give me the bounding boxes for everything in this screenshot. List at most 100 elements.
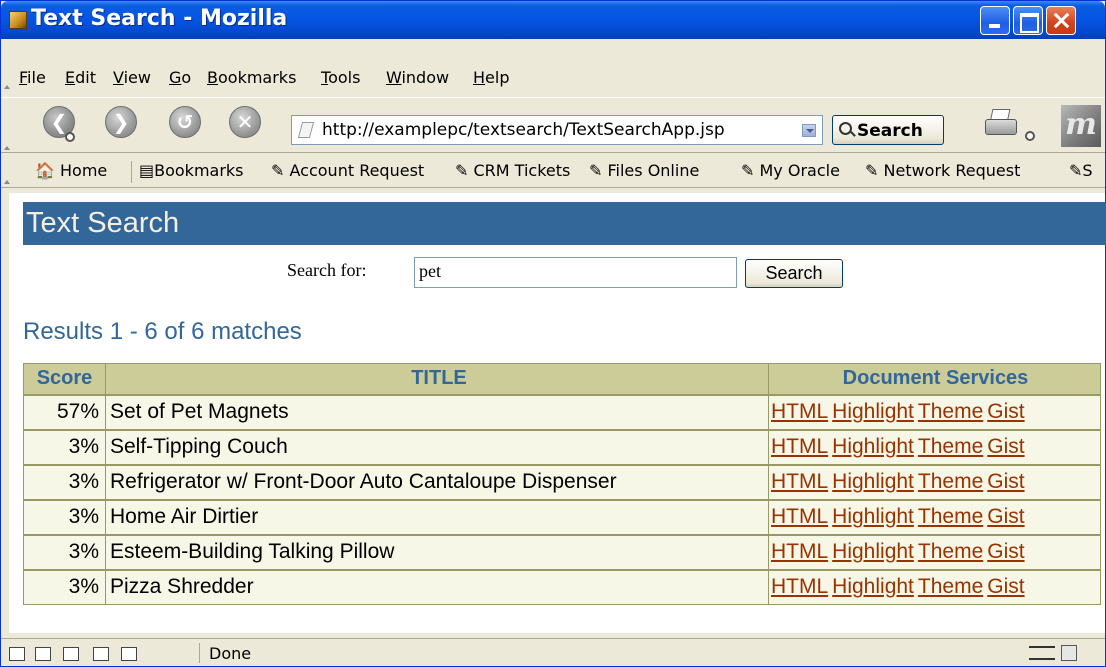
print-dropdown-icon[interactable] — [1025, 131, 1035, 141]
service-link-html[interactable]: HTML — [771, 505, 828, 528]
service-link-theme[interactable]: Theme — [918, 435, 983, 458]
back-history-dropdown-icon[interactable] — [65, 132, 75, 142]
menu-bar: File Edit View Go Bookmarks Tools Window… — [1, 65, 1105, 91]
maximize-button[interactable] — [1013, 6, 1043, 35]
home-button[interactable]: 🏠 Home — [35, 161, 107, 180]
bookmarks-folder-icon: ▤ — [139, 161, 155, 180]
score-cell: 57% — [23, 393, 106, 430]
menu-help[interactable]: Help — [473, 68, 509, 87]
page-content: Text Search Search for: pet Search Resul… — [9, 193, 1106, 633]
search-label: Search for: — [287, 260, 367, 280]
window-title: Text Search - Mozilla — [31, 6, 288, 31]
menu-view[interactable]: View — [113, 68, 151, 87]
bookmark-page-icon: ✎ — [1069, 161, 1083, 180]
menu-bookmarks[interactable]: Bookmarks — [207, 68, 296, 87]
services-cell: HTML Highlight Theme Gist — [768, 463, 1101, 500]
menu-file[interactable]: File — [19, 68, 46, 87]
bookmark-overflow[interactable]: ✎S — [1069, 161, 1093, 180]
address-book-icon[interactable] — [121, 647, 137, 661]
service-link-gist[interactable]: Gist — [987, 435, 1024, 458]
menu-window[interactable]: Window — [386, 68, 449, 87]
status-text: Done — [209, 644, 252, 663]
service-link-highlight[interactable]: Highlight — [832, 400, 914, 423]
title-cell: Refrigerator w/ Front-Door Auto Cantalou… — [105, 463, 769, 500]
print-icon[interactable] — [981, 107, 1021, 139]
service-link-highlight[interactable]: Highlight — [832, 435, 914, 458]
service-link-highlight[interactable]: Highlight — [832, 540, 914, 563]
title-cell: Self-Tipping Couch — [105, 428, 769, 465]
service-link-theme[interactable]: Theme — [918, 470, 983, 493]
mail-icon[interactable] — [35, 647, 51, 661]
toolbar-grip-icon[interactable] — [3, 65, 10, 91]
bookmark-files-online[interactable]: ✎ Files Online — [589, 161, 699, 180]
search-input[interactable]: pet — [414, 257, 737, 288]
close-button[interactable] — [1046, 6, 1076, 35]
mozilla-throbber-icon[interactable]: m — [1061, 105, 1101, 147]
service-link-highlight[interactable]: Highlight — [832, 505, 914, 528]
service-link-html[interactable]: HTML — [771, 470, 828, 493]
navigator-icon[interactable] — [9, 647, 25, 661]
minimize-button[interactable] — [980, 6, 1010, 35]
reload-icon[interactable]: ↺ — [169, 106, 201, 138]
stop-icon[interactable]: ✕ — [229, 106, 261, 138]
score-cell: 3% — [23, 533, 106, 570]
bookmark-page-icon: ✎ — [271, 161, 285, 180]
toolbar-search-button[interactable]: Search — [832, 115, 944, 145]
magnifier-icon — [839, 122, 852, 135]
print-body-shape — [985, 119, 1017, 135]
results-table: Score TITLE Document Services 57% Set of … — [23, 363, 1101, 605]
toolbar-grip-icon[interactable] — [3, 98, 10, 152]
title-cell: Home Air Dirtier — [105, 498, 769, 535]
url-history-dropdown-icon[interactable] — [802, 124, 816, 137]
service-link-theme[interactable]: Theme — [918, 575, 983, 598]
online-status-icon[interactable] — [1029, 646, 1055, 660]
bookmark-page-icon: ✎ — [865, 161, 879, 180]
bookmark-crm-tickets[interactable]: ✎ CRM Tickets — [455, 161, 570, 180]
services-cell: HTML Highlight Theme Gist — [768, 568, 1101, 605]
security-lock-icon[interactable] — [1061, 645, 1077, 661]
service-link-html[interactable]: HTML — [771, 540, 828, 563]
table-row: 3% Pizza Shredder HTML Highlight Theme Gist — [23, 568, 1101, 605]
service-link-gist[interactable]: Gist — [987, 505, 1024, 528]
bookmarks-button[interactable]: ▤Bookmarks — [139, 161, 244, 180]
services-cell: HTML Highlight Theme Gist — [768, 498, 1101, 535]
service-link-gist[interactable]: Gist — [987, 400, 1024, 423]
browser-window: Text Search - Mozilla File Edit View Go … — [0, 0, 1106, 667]
bookmark-account-request[interactable]: ✎ Account Request — [271, 161, 424, 180]
menu-tools[interactable]: Tools — [321, 68, 360, 87]
service-link-html[interactable]: HTML — [771, 575, 828, 598]
service-link-gist[interactable]: Gist — [987, 470, 1024, 493]
service-link-highlight[interactable]: Highlight — [832, 575, 914, 598]
service-link-html[interactable]: HTML — [771, 400, 828, 423]
service-link-html[interactable]: HTML — [771, 435, 828, 458]
toolbar-search-label: Search — [857, 121, 923, 141]
mozilla-app-icon — [9, 11, 27, 29]
service-link-theme[interactable]: Theme — [918, 540, 983, 563]
table-row: 3% Esteem-Building Talking Pillow HTML High… — [23, 533, 1101, 570]
forward-arrow-icon[interactable]: ❯ — [105, 106, 137, 138]
search-button[interactable]: Search — [745, 259, 843, 288]
composer-icon[interactable] — [93, 647, 109, 661]
chat-icon[interactable] — [63, 647, 79, 661]
results-header-row: Score TITLE Document Services — [23, 363, 1101, 395]
url-text[interactable]: http://examplepc/textsearch/TextSearchAp… — [322, 120, 725, 140]
title-bar[interactable]: Text Search - Mozilla — [1, 1, 1105, 39]
toolbar-grip-icon[interactable] — [3, 156, 10, 186]
service-link-gist[interactable]: Gist — [987, 540, 1024, 563]
home-icon: 🏠 — [35, 161, 55, 180]
bookmark-network-request[interactable]: ✎ Network Request — [865, 161, 1020, 180]
table-row: 3% Refrigerator w/ Front-Door Auto Cantal… — [23, 463, 1101, 500]
service-link-gist[interactable]: Gist — [987, 575, 1024, 598]
service-link-theme[interactable]: Theme — [918, 505, 983, 528]
score-cell: 3% — [23, 463, 106, 500]
menu-edit[interactable]: Edit — [65, 68, 96, 87]
service-link-highlight[interactable]: Highlight — [832, 470, 914, 493]
personal-toolbar: 🏠 Home ▤Bookmarks ✎ Account Request ✎ CR… — [1, 156, 1105, 188]
page-proxy-icon[interactable] — [297, 122, 315, 138]
menu-go[interactable]: Go — [169, 68, 191, 87]
url-bar[interactable]: http://examplepc/textsearch/TextSearchAp… — [291, 115, 823, 145]
column-header-services: Document Services — [768, 363, 1101, 395]
score-cell: 3% — [23, 428, 106, 465]
service-link-theme[interactable]: Theme — [918, 400, 983, 423]
bookmark-my-oracle[interactable]: ✎ My Oracle — [741, 161, 840, 180]
